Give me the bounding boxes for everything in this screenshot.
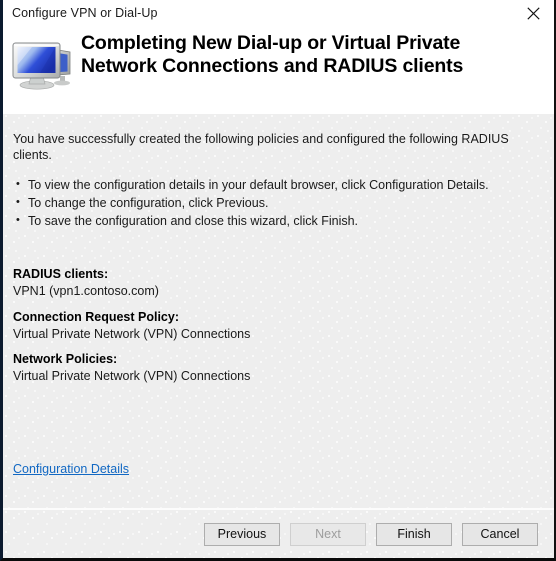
window-title: Configure VPN or Dial-Up (12, 6, 158, 20)
summary-section-connection-request-policy: Connection Request Policy: Virtual Priva… (13, 309, 544, 343)
list-item-label: To save the configuration and close this… (28, 213, 359, 228)
list-item-label: To change the configuration, click Previ… (28, 195, 269, 210)
section-label: Network Policies: (13, 352, 118, 367)
button-bar: Previous Next Finish Cancel (3, 510, 554, 558)
wizard-body: You have successfully created the follow… (3, 114, 554, 510)
title-bar: Configure VPN or Dial-Up (3, 0, 554, 26)
computer-monitor-icon (10, 34, 74, 97)
section-label: RADIUS clients: (13, 266, 109, 281)
cancel-button[interactable]: Cancel (462, 522, 538, 546)
instruction-list: • To view the configuration details in y… (13, 176, 544, 230)
section-value: Virtual Private Network (VPN) Connection… (13, 369, 251, 384)
section-label: Connection Request Policy: (13, 309, 179, 324)
bullet-icon: • (16, 195, 20, 208)
list-item: • To change the configuration, click Pre… (13, 194, 544, 212)
section-value: Virtual Private Network (VPN) Connection… (13, 326, 251, 341)
finish-button[interactable]: Finish (376, 522, 452, 546)
intro-text: You have successfully created the follow… (13, 132, 509, 163)
list-item: • To save the configuration and close th… (13, 212, 544, 230)
summary-section-radius-clients: RADIUS clients: VPN1 (vpn1.contoso.com) (13, 266, 544, 300)
header-icon-slot (3, 26, 81, 97)
configuration-details-link[interactable]: Configuration Details (13, 462, 129, 476)
wizard-window: Configure VPN or Dial-Up Completing New … (0, 0, 556, 561)
bullet-icon: • (16, 213, 20, 226)
list-item: • To view the configuration details in y… (13, 176, 544, 194)
bullet-icon: • (16, 177, 20, 190)
summary-sections: RADIUS clients: VPN1 (vpn1.contoso.com) … (13, 266, 544, 385)
section-value: VPN1 (vpn1.contoso.com) (13, 283, 159, 298)
list-item-label: To view the configuration details in you… (28, 177, 489, 192)
next-button: Next (290, 522, 366, 546)
wizard-header: Completing New Dial-up or Virtual Privat… (3, 26, 554, 114)
summary-section-network-policies: Network Policies: Virtual Private Networ… (13, 351, 544, 385)
page-title: Completing New Dial-up or Virtual Privat… (81, 32, 464, 78)
close-button[interactable] (512, 0, 554, 26)
previous-button[interactable]: Previous (204, 522, 280, 546)
close-icon (526, 6, 540, 20)
configuration-details-link-wrap: Configuration Details (13, 460, 129, 478)
